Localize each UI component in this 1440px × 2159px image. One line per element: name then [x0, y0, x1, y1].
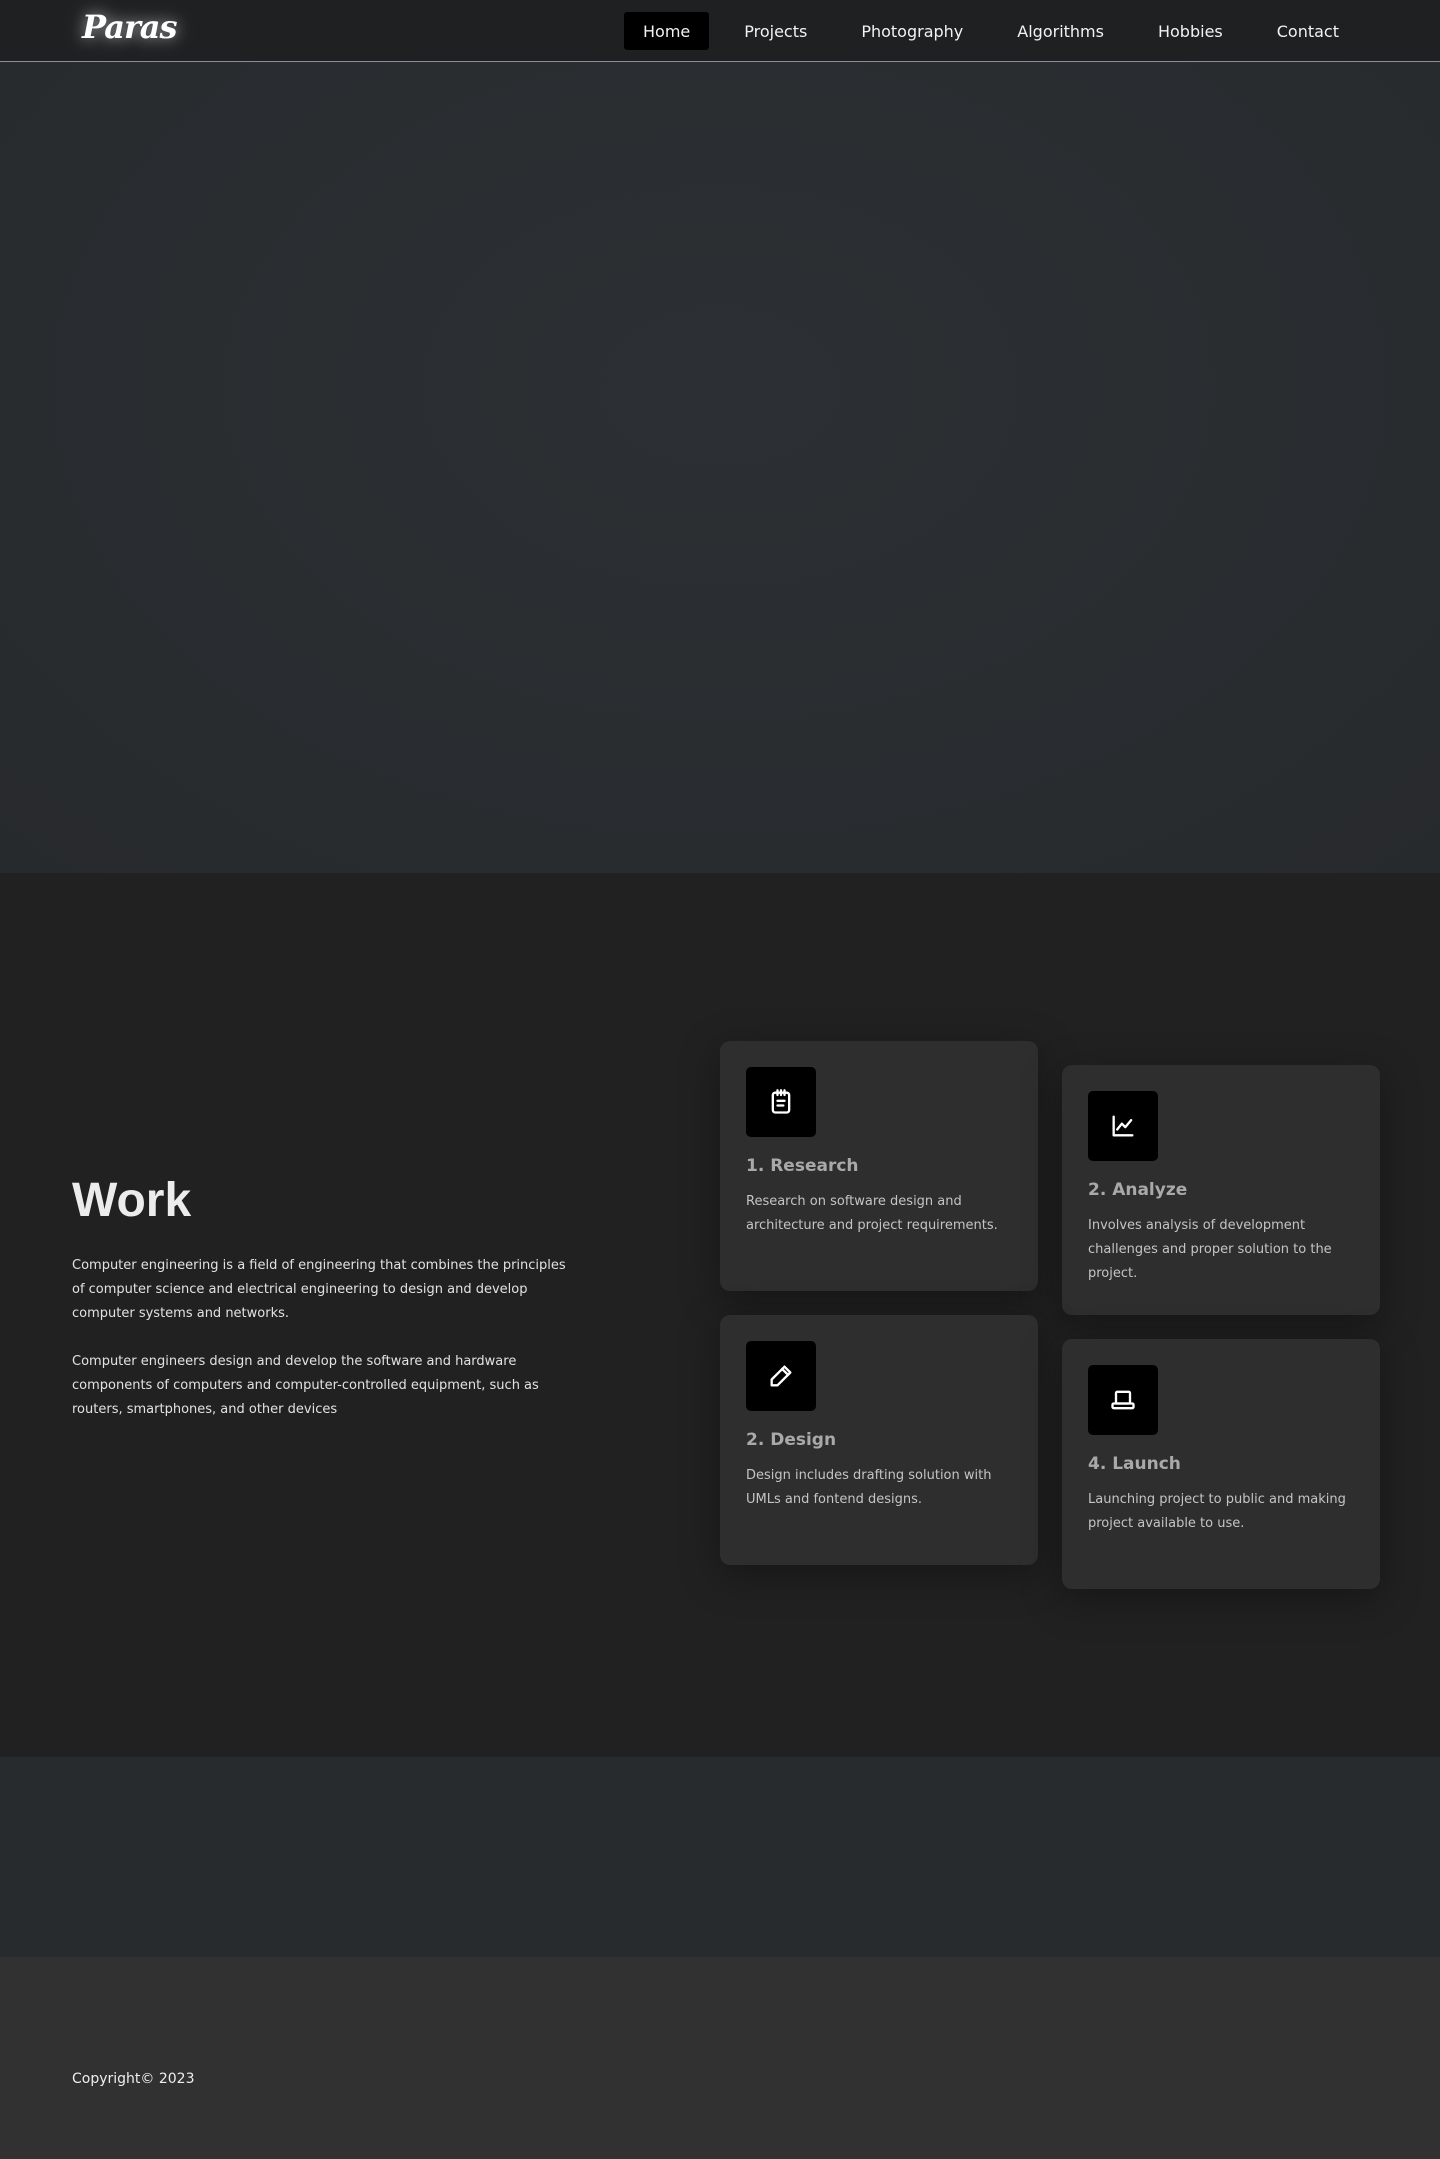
nav-links: Home Projects Photography Algorithms Hob… — [624, 12, 1440, 50]
hero-section — [0, 63, 1440, 873]
card-research: 1. Research Research on software design … — [720, 1041, 1038, 1291]
card-title: 2. Analyze — [1088, 1180, 1188, 1200]
card-icon-box — [1088, 1091, 1158, 1161]
card-text: Research on software design and architec… — [746, 1194, 998, 1233]
card-icon-box — [1088, 1365, 1158, 1435]
work-section: Work Computer engineering is a field of … — [0, 873, 1440, 1757]
background-band — [0, 1757, 1440, 1957]
nav-link-algorithms[interactable]: Algorithms — [998, 12, 1123, 50]
card-launch: 4. Launch Launching project to public an… — [1062, 1339, 1380, 1589]
nav-link-photography[interactable]: Photography — [842, 12, 982, 50]
copyright-text: Copyright© 2023 — [72, 2071, 195, 2087]
card-text: Launching project to public and making p… — [1088, 1492, 1346, 1531]
card-icon-box — [746, 1341, 816, 1411]
navbar: Paras Home Projects Photography Algorith… — [0, 0, 1440, 62]
work-title: Work — [72, 1174, 192, 1227]
notepad-icon — [771, 1089, 791, 1114]
site-logo[interactable]: Paras — [82, 8, 178, 46]
card-text: Design includes drafting solution with U… — [746, 1468, 992, 1507]
card-title: 1. Research — [746, 1156, 859, 1176]
laptop-icon — [1111, 1390, 1135, 1410]
nav-link-hobbies[interactable]: Hobbies — [1139, 12, 1242, 50]
card-design: 2. Design Design includes drafting solut… — [720, 1315, 1038, 1565]
line-chart-icon — [1112, 1115, 1134, 1137]
nav-link-contact[interactable]: Contact — [1258, 12, 1358, 50]
card-analyze: 2. Analyze Involves analysis of developm… — [1062, 1065, 1380, 1315]
card-icon-box — [746, 1067, 816, 1137]
nav-link-home[interactable]: Home — [624, 12, 710, 50]
card-title: 2. Design — [746, 1430, 837, 1450]
nav-link-projects[interactable]: Projects — [725, 12, 826, 50]
card-title: 4. Launch — [1088, 1454, 1181, 1474]
card-text: Involves analysis of development challen… — [1088, 1218, 1332, 1281]
footer: Copyright© 2023 — [0, 1957, 1440, 2159]
work-paragraph-2: Computer engineers design and develop th… — [72, 1354, 539, 1417]
work-paragraph-1: Computer engineering is a field of engin… — [72, 1258, 566, 1321]
pencil-icon — [770, 1365, 792, 1387]
